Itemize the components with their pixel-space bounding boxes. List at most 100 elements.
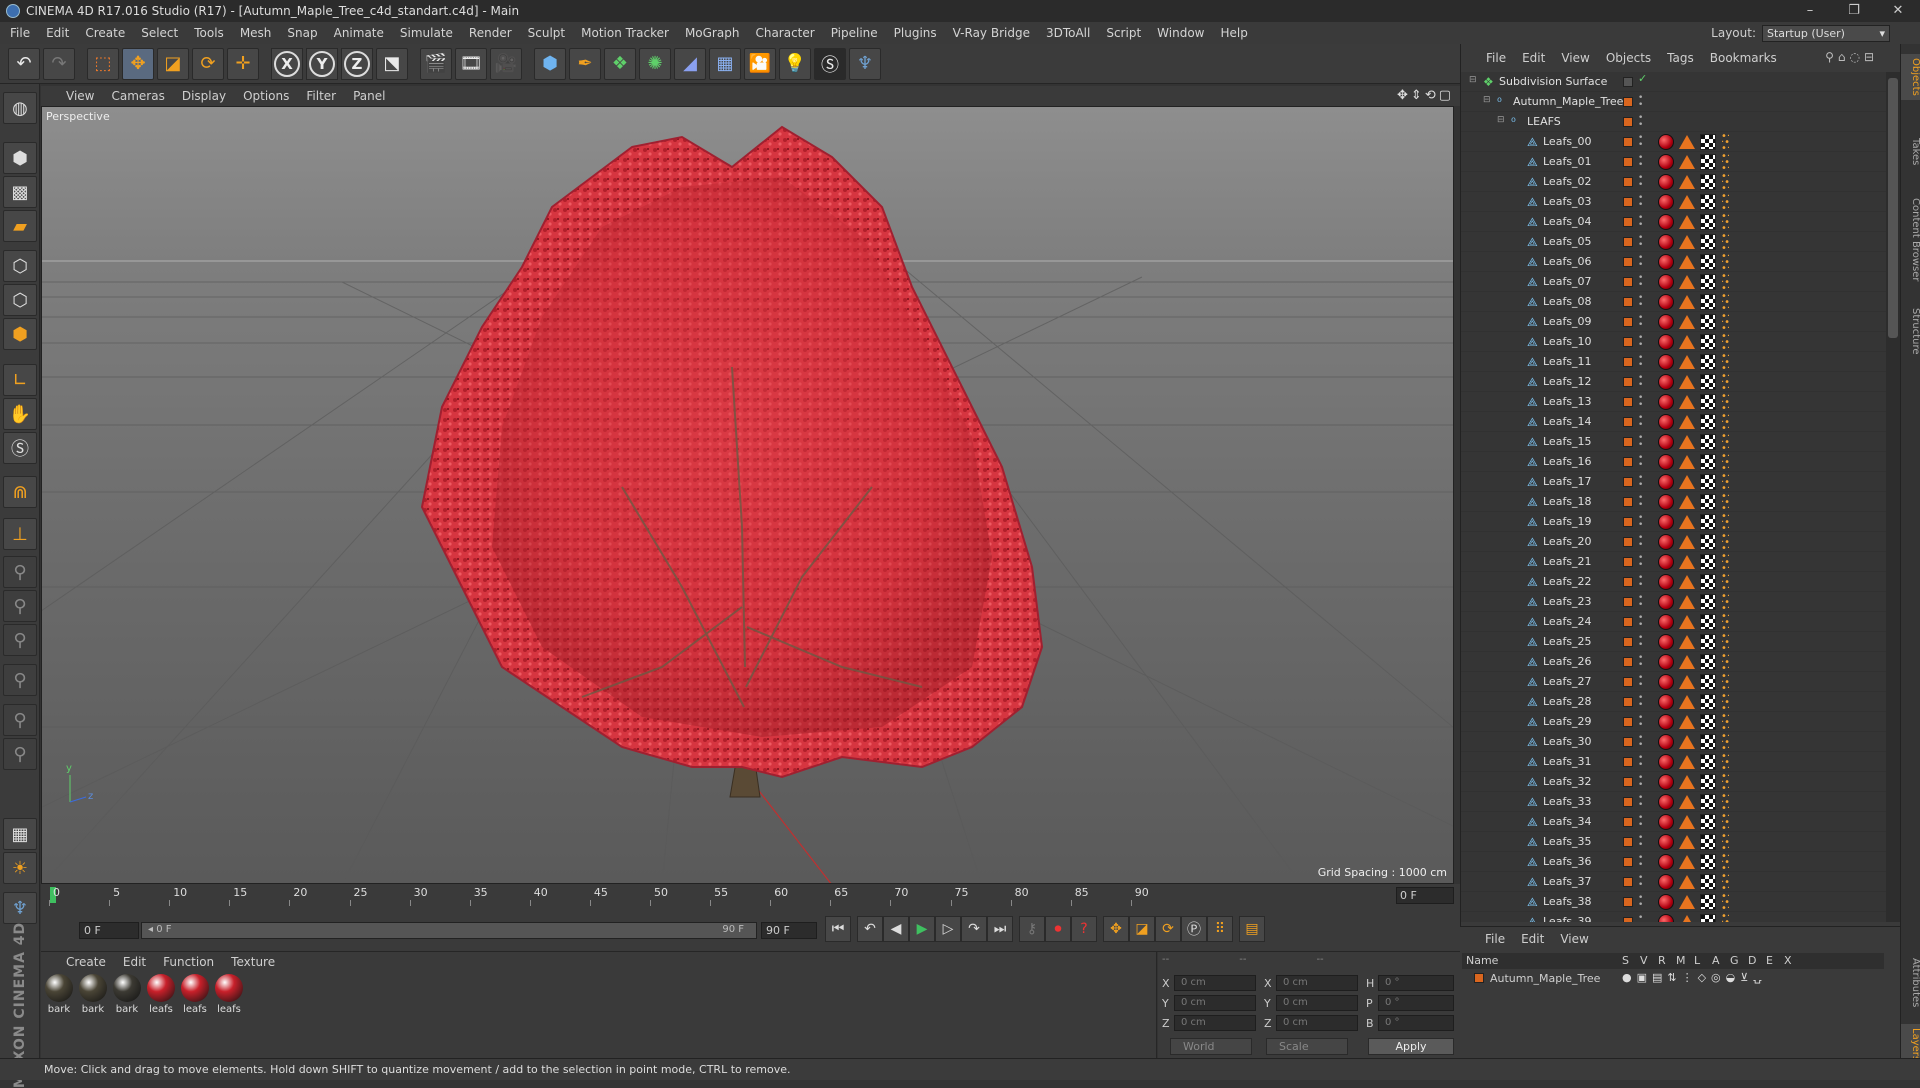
x-axis-lock-button[interactable]: X [271, 47, 303, 80]
uvw-tag-icon[interactable] [1700, 454, 1716, 470]
material-menu-texture[interactable]: Texture [231, 955, 275, 969]
material-tag-icon[interactable] [1658, 314, 1674, 330]
selection-tag-icon[interactable]: •··••· [1721, 332, 1735, 354]
layer-color-icon[interactable] [1623, 257, 1633, 267]
layer-color-icon[interactable] [1623, 397, 1633, 407]
python-palette-button[interactable]: ♆ [3, 892, 37, 924]
goto-end-button[interactable]: ⏭ [987, 916, 1013, 942]
layer-toggle-icons[interactable]: ●▣▤⇅⋮◇◎◒⊻⍽ [1622, 971, 1767, 984]
material-tag-icon[interactable] [1658, 874, 1674, 890]
menu-mesh[interactable]: Mesh [240, 26, 272, 40]
menu-character[interactable]: Character [755, 26, 814, 40]
plugin-s-button[interactable]: Ⓢ [814, 47, 846, 80]
menu-simulate[interactable]: Simulate [400, 26, 453, 40]
phong-tag-icon[interactable] [1679, 835, 1695, 849]
layer-color-icon[interactable] [1623, 157, 1633, 167]
visibility-dots-icon[interactable]: •• [1638, 434, 1643, 450]
layer-color-icon[interactable] [1623, 777, 1633, 787]
key-position-button[interactable]: ✥ [1103, 916, 1129, 942]
object-row-leaf[interactable]: ⟁ Leafs_06 • • •· ·• •· [1461, 252, 1886, 274]
object-row-leaf[interactable]: ⟁ Leafs_02 • • •· ·• •· [1461, 172, 1886, 194]
material-swatch[interactable]: bark [78, 974, 108, 1015]
bake-button[interactable]: ☀ [3, 852, 37, 884]
visibility-dots-icon[interactable]: •• [1638, 154, 1643, 170]
menu-tools[interactable]: Tools [194, 26, 224, 40]
uvw-tag-icon[interactable] [1700, 814, 1716, 830]
layer-color-icon[interactable] [1623, 117, 1633, 127]
uvw-tag-icon[interactable] [1700, 774, 1716, 790]
visibility-dots-icon[interactable]: •• [1638, 634, 1643, 650]
sculpt-tool-1-button[interactable]: ⚲ [3, 556, 37, 588]
phong-tag-icon[interactable] [1679, 595, 1695, 609]
expand-toggle-icon[interactable]: ⊟ [1469, 75, 1477, 85]
coordinate-value-field[interactable]: 0 ° [1378, 1015, 1454, 1031]
uvw-tag-icon[interactable] [1700, 534, 1716, 550]
menu-select[interactable]: Select [141, 26, 178, 40]
timeline-ruler[interactable]: 0 5 10 15 20 25 30 35 40 45 50 55 60 65 70 75 80 85 90 0 F [41, 884, 1460, 908]
coordinate-value-field[interactable]: 0 cm [1174, 975, 1256, 991]
side-tab-structure[interactable]: Structure [1901, 304, 1920, 359]
object-menu-file[interactable]: File [1486, 51, 1506, 65]
viewport-menu-options[interactable]: Options [243, 89, 289, 103]
visibility-dots-icon[interactable]: •• [1638, 914, 1643, 923]
layer-color-icon[interactable] [1623, 797, 1633, 807]
render-settings-button[interactable]: 🎥 [490, 47, 522, 80]
phong-tag-icon[interactable] [1679, 795, 1695, 809]
material-tag-icon[interactable] [1658, 254, 1674, 270]
object-row-leaf[interactable]: ⟁ Leafs_01 • • •· ·• •· [1461, 152, 1886, 174]
uvw-tag-icon[interactable] [1700, 414, 1716, 430]
phong-tag-icon[interactable] [1679, 155, 1695, 169]
layer-color-icon[interactable] [1623, 297, 1633, 307]
viewport-menu-panel[interactable]: Panel [353, 89, 385, 103]
layer-color-icon[interactable] [1623, 377, 1633, 387]
layer-color-icon[interactable] [1623, 97, 1633, 107]
viewport-menu-filter[interactable]: Filter [306, 89, 336, 103]
python-button[interactable]: ♆ [849, 47, 881, 80]
layer-color-icon[interactable] [1623, 217, 1633, 227]
visibility-dots-icon[interactable]: •• [1638, 534, 1643, 550]
layer-color-icon[interactable] [1623, 77, 1633, 87]
workplane-axis-button[interactable]: ⊥ [3, 518, 37, 550]
uvw-tag-icon[interactable] [1700, 394, 1716, 410]
coordinate-value-field[interactable]: 0 ° [1378, 995, 1454, 1011]
object-row-leaf[interactable]: ⟁ Leafs_18 • • •· ·• •· [1461, 492, 1886, 514]
coordinate-value-field[interactable]: 0 cm [1276, 1015, 1358, 1031]
object-row-leaf[interactable]: ⟁ Leafs_29 • • •· ·• •· [1461, 712, 1886, 734]
layer-color-icon[interactable] [1623, 837, 1633, 847]
object-list-scrollbar[interactable] [1886, 72, 1900, 922]
layer-column-header[interactable]: L [1694, 954, 1700, 967]
object-row-leaf[interactable]: ⟁ Leafs_26 • • •· ·• •· [1461, 652, 1886, 674]
visibility-dots-icon[interactable]: •• [1638, 294, 1643, 310]
layer-color-icon[interactable] [1623, 637, 1633, 647]
layer-color-icon[interactable] [1623, 337, 1633, 347]
visibility-dots-icon[interactable]: •• [1638, 394, 1643, 410]
selection-tag-icon[interactable]: •··••· [1721, 692, 1735, 714]
layout-dropdown[interactable]: Startup (User) [1762, 24, 1890, 42]
phong-tag-icon[interactable] [1679, 635, 1695, 649]
uvw-tag-icon[interactable] [1700, 214, 1716, 230]
make-editable-button[interactable]: ◍ [3, 92, 37, 124]
uvw-tag-icon[interactable] [1700, 694, 1716, 710]
layer-color-icon[interactable] [1623, 697, 1633, 707]
render-view-button[interactable]: 🎬 [420, 47, 452, 80]
object-row-leaf[interactable]: ⟁ Leafs_05 • • •· ·• •· [1461, 232, 1886, 254]
material-tag-icon[interactable] [1658, 914, 1674, 922]
material-tag-icon[interactable] [1658, 774, 1674, 790]
phong-tag-icon[interactable] [1679, 735, 1695, 749]
selection-tag-icon[interactable]: •··••· [1721, 592, 1735, 614]
sculpt-tool-5-button[interactable]: ⚲ [3, 704, 37, 736]
material-tag-icon[interactable] [1658, 634, 1674, 650]
material-tag-icon[interactable] [1658, 834, 1674, 850]
visibility-dots-icon[interactable]: •• [1638, 374, 1643, 390]
selection-tag-icon[interactable]: •··••· [1721, 852, 1735, 874]
object-manager-tool-icons[interactable]: ⚲⌂◌⊟ [1825, 50, 1878, 64]
phong-tag-icon[interactable] [1679, 615, 1695, 629]
object-menu-tags[interactable]: Tags [1667, 51, 1694, 65]
phong-tag-icon[interactable] [1679, 195, 1695, 209]
uvw-tag-icon[interactable] [1700, 354, 1716, 370]
uvw-tag-icon[interactable] [1700, 174, 1716, 190]
object-row-leaf[interactable]: ⟁ Leafs_27 • • •· ·• •· [1461, 672, 1886, 694]
visibility-dots-icon[interactable]: •• [1638, 334, 1643, 350]
layer-color-icon[interactable] [1623, 457, 1633, 467]
visibility-dots-icon[interactable]: •• [1638, 614, 1643, 630]
